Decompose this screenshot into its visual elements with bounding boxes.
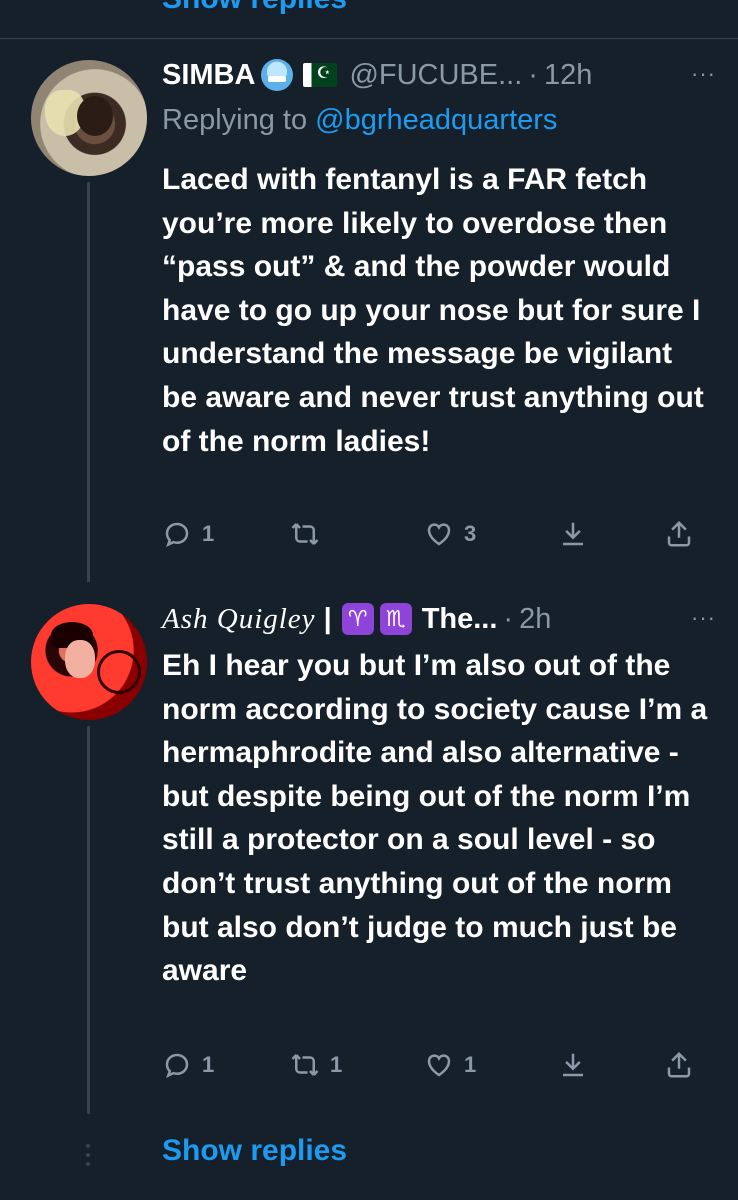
user-handle[interactable]: @FUCUBE... <box>349 59 522 92</box>
thread-line <box>87 726 90 1114</box>
tweet-actions: 1 1 1 <box>162 1050 702 1090</box>
divider <box>0 38 738 39</box>
tweet-header: Ash Quigley | ♈ ♏ The... · 2h ··· <box>162 599 722 639</box>
heart-icon <box>427 523 451 546</box>
like-count: 3 <box>464 521 477 546</box>
heart-icon <box>427 1054 451 1077</box>
reply-icon <box>165 522 189 548</box>
replying-to-line: Replying to @bgrheadquarters <box>162 104 557 137</box>
reply-button[interactable]: 1 <box>162 1050 214 1080</box>
share-button[interactable] <box>664 519 694 549</box>
like-button[interactable]: 3 <box>424 519 476 549</box>
share-icon <box>667 1051 691 1078</box>
pakistan-flag-icon <box>303 63 338 87</box>
replying-prefix: Replying to <box>162 104 308 136</box>
share-button[interactable] <box>664 1050 694 1080</box>
reply-icon <box>165 1053 189 1079</box>
aries-icon: ♈ <box>341 603 374 635</box>
show-replies-link[interactable]: Show replies <box>162 1134 347 1168</box>
like-button[interactable]: 1 <box>424 1050 476 1080</box>
bookmark-download-button[interactable] <box>558 1050 588 1080</box>
thread-dots-bottom <box>86 1144 90 1171</box>
download-icon <box>563 1053 583 1077</box>
reply-button[interactable]: 1 <box>162 519 214 549</box>
thread-dots-top <box>86 0 92 3</box>
cold-face-emoji-icon <box>261 59 294 91</box>
share-icon <box>667 520 691 547</box>
retweet-icon <box>291 1054 319 1076</box>
timestamp[interactable]: 12h <box>544 59 592 92</box>
avatar[interactable] <box>31 604 147 720</box>
tweet-header: SIMBA @FUCUBE... · 12h ··· <box>162 55 722 95</box>
more-options-icon[interactable]: ··· <box>691 605 716 631</box>
display-name[interactable]: SIMBA <box>162 59 255 92</box>
display-name[interactable]: Ash Quigley <box>162 603 316 636</box>
retweet-count: 1 <box>330 1052 343 1077</box>
retweet-button[interactable] <box>290 519 330 549</box>
separator-dot: · <box>528 58 538 91</box>
bookmark-download-button[interactable] <box>558 519 588 549</box>
timestamp[interactable]: 2h <box>519 603 551 636</box>
like-count: 1 <box>464 1052 477 1077</box>
scorpio-icon: ♏ <box>379 603 412 635</box>
retweet-icon <box>291 523 319 545</box>
tweet-actions: 1 3 <box>162 519 702 559</box>
thread-line <box>87 182 90 582</box>
separator-dot: · <box>503 602 514 635</box>
mention-link[interactable]: @bgrheadquarters <box>315 104 557 136</box>
tweet-text: Laced with fentanyl is a FAR fetch you’r… <box>162 163 704 458</box>
reply-count: 1 <box>202 521 215 546</box>
more-options-icon[interactable]: ··· <box>691 61 716 87</box>
avatar-shape <box>77 96 113 136</box>
display-name-rest[interactable]: The... <box>422 603 498 636</box>
retweet-button[interactable]: 1 <box>290 1050 342 1080</box>
tweet-text: Eh I hear you but I’m also out of the no… <box>162 649 708 988</box>
pentagram-shape <box>97 650 141 694</box>
reply-count: 1 <box>202 1052 215 1077</box>
name-separator: | <box>323 602 332 635</box>
avatar-shape <box>65 640 95 678</box>
download-icon <box>563 522 583 546</box>
show-replies-link-top[interactable]: Show replies <box>162 0 347 16</box>
avatar[interactable] <box>31 60 147 176</box>
